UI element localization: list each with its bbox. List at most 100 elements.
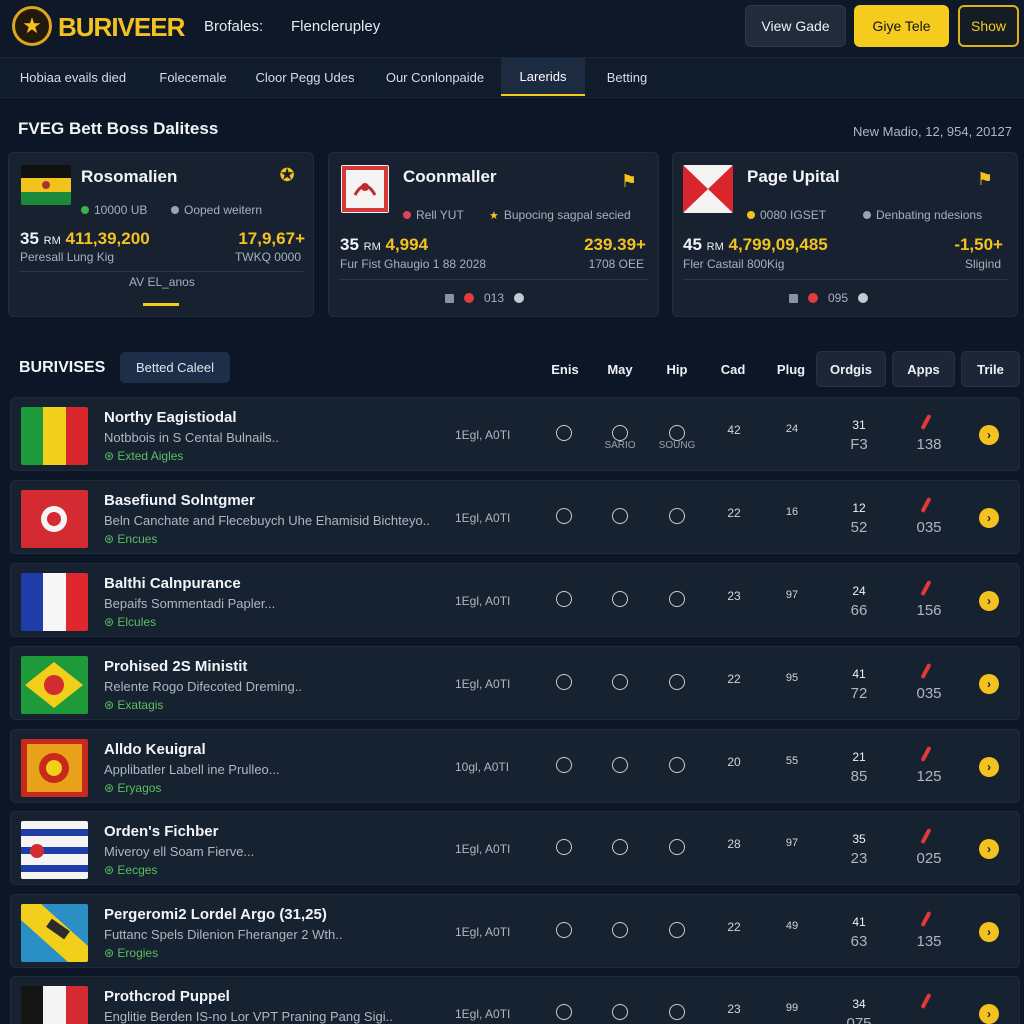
- clock-icon[interactable]: [556, 508, 572, 524]
- circle-icon[interactable]: [669, 425, 685, 441]
- clock-icon[interactable]: [556, 591, 572, 607]
- value-plug: 97: [785, 837, 799, 849]
- clock-icon[interactable]: [556, 757, 572, 773]
- logo-text[interactable]: BURIVEER: [58, 12, 185, 43]
- row-tag-text: Encues: [117, 532, 158, 546]
- table-row[interactable]: Prothcrod Puppel Englitie Berden IS-no L…: [10, 976, 1020, 1024]
- card-odds[interactable]: 239.39+: [584, 235, 646, 255]
- chevron-right-icon[interactable]: ›: [979, 508, 999, 528]
- chevron-right-icon[interactable]: ›: [979, 839, 999, 859]
- circle-icon[interactable]: [612, 922, 628, 938]
- table-row[interactable]: Pergeromi2 Lordel Argo (31,25) Futtanc S…: [10, 894, 1020, 968]
- col-button-apps[interactable]: Apps: [892, 351, 955, 387]
- featured-card-3[interactable]: Page Upital ⚑ 0080 IGSET Denbating ndesi…: [672, 152, 1018, 317]
- value-bottom: 23: [850, 850, 868, 867]
- row-desc: Applibatler Labell ine Prulleo...: [104, 762, 280, 777]
- chevron-right-icon[interactable]: ›: [979, 922, 999, 942]
- row-tag: ⊛ Eecges: [104, 863, 158, 877]
- chevron-right-icon[interactable]: ›: [979, 1004, 999, 1024]
- trend-icon: [920, 579, 932, 597]
- clock-icon[interactable]: [556, 425, 572, 441]
- circle-icon[interactable]: [612, 757, 628, 773]
- table-row[interactable]: Prohised 2S Ministit Relente Rogo Difeco…: [10, 646, 1020, 720]
- flag-icon: [683, 165, 733, 213]
- table-row[interactable]: Northy Eagistiodal Notbbois in S Cental …: [10, 397, 1020, 471]
- tab-1[interactable]: Hobiaa evails died: [0, 58, 146, 96]
- circle-icon[interactable]: [669, 839, 685, 855]
- featured-title: FVEG Bett Boss Dalitess: [18, 119, 219, 138]
- col-head-2[interactable]: May: [600, 362, 640, 377]
- circle-icon[interactable]: [669, 591, 685, 607]
- circle-icon[interactable]: [612, 674, 628, 690]
- meta-right-text: Bupocing sagpal secied: [503, 208, 631, 222]
- logo-icon[interactable]: ★: [12, 6, 52, 46]
- card-name: Coonmaller: [403, 167, 497, 186]
- clock-icon[interactable]: [556, 839, 572, 855]
- chevron-right-icon[interactable]: ›: [979, 757, 999, 777]
- circle-icon[interactable]: [669, 1004, 685, 1020]
- circle-icon[interactable]: [669, 508, 685, 524]
- row-title[interactable]: Balthi Calnpurance: [104, 575, 241, 592]
- header-link-profiles[interactable]: Brofales:: [204, 18, 263, 35]
- row-title[interactable]: Alldo Keuigral: [104, 741, 206, 758]
- row-title[interactable]: Orden's Fichber: [104, 823, 218, 840]
- table-row[interactable]: Basefiund Solntgmer Beln Canchate and Fl…: [10, 480, 1020, 554]
- row-count: 135: [916, 933, 942, 950]
- row-title[interactable]: Basefiund Solntgmer: [104, 492, 255, 509]
- card-odds[interactable]: 17,9,67+: [238, 229, 305, 249]
- col-button-trile[interactable]: Trile: [961, 351, 1020, 387]
- featured-card-2[interactable]: Coonmaller ⚑ Rell YUT ★ Bupocing sagpal s…: [328, 152, 659, 317]
- circle-icon[interactable]: [669, 674, 685, 690]
- col-head-1[interactable]: Enis: [545, 362, 585, 377]
- value-top: 21: [852, 750, 866, 764]
- table-row[interactable]: Alldo Keuigral Applibatler Labell ine Pr…: [10, 729, 1020, 803]
- value-cad: 22: [727, 920, 741, 934]
- col-button-ordgis[interactable]: Ordgis: [816, 351, 886, 387]
- tab-4[interactable]: Our Conlonpaide: [370, 58, 500, 96]
- tab-2[interactable]: Folecemale: [146, 58, 240, 96]
- chevron-right-icon[interactable]: ›: [979, 425, 999, 445]
- value-top: 41: [852, 915, 866, 929]
- row-title[interactable]: Pergeromi2 Lordel Argo (31,25): [104, 906, 327, 923]
- circle-icon[interactable]: [612, 839, 628, 855]
- circle-icon[interactable]: [612, 425, 628, 441]
- clock-icon[interactable]: [556, 1004, 572, 1020]
- card-odds[interactable]: -1,50+: [954, 235, 1003, 255]
- clock-icon[interactable]: [556, 922, 572, 938]
- tab-5-active[interactable]: Larerids: [501, 58, 585, 96]
- give-tele-button[interactable]: Giye Tele: [854, 5, 949, 47]
- row-tag: ⊛ Erogies: [104, 946, 159, 960]
- col-head-4[interactable]: Cad: [713, 362, 753, 377]
- status-dot-icon: [403, 211, 411, 219]
- tab-betting[interactable]: Betting: [585, 58, 669, 96]
- circle-icon[interactable]: [612, 1004, 628, 1020]
- card-footer-text: 095: [828, 291, 849, 305]
- section-filter-pill[interactable]: Betted Caleel: [120, 352, 230, 383]
- circle-icon[interactable]: [612, 508, 628, 524]
- card-meta-left: Rell YUT: [403, 208, 464, 222]
- value-top: 41: [852, 667, 866, 681]
- tab-3[interactable]: Cloor Pegg Udes: [240, 58, 370, 96]
- view-guide-button[interactable]: View Gade: [745, 5, 846, 47]
- trend-icon: [920, 745, 932, 763]
- header-link-fencerupley[interactable]: Flenclerupley: [291, 18, 380, 35]
- circle-icon[interactable]: [669, 922, 685, 938]
- card-footer-text: 013: [484, 291, 505, 305]
- row-title[interactable]: Northy Eagistiodal: [104, 409, 237, 426]
- clock-icon[interactable]: [556, 674, 572, 690]
- chevron-right-icon[interactable]: ›: [979, 591, 999, 611]
- col-head-3[interactable]: Hip: [657, 362, 697, 377]
- show-button[interactable]: Show: [958, 5, 1019, 47]
- flag-icon: [21, 656, 88, 714]
- table-row[interactable]: Orden's Fichber Miveroy ell Soam Fierve.…: [10, 811, 1020, 885]
- row-count: 125: [916, 768, 942, 785]
- col-head-5[interactable]: Plug: [771, 362, 811, 377]
- circle-icon[interactable]: [612, 591, 628, 607]
- row-title[interactable]: Prothcrod Puppel: [104, 988, 230, 1005]
- table-row[interactable]: Balthi Calnpurance Bepaifs Sommentadi Pa…: [10, 563, 1020, 637]
- featured-card-1[interactable]: Rosomalien ✪ 10000 UB Ooped weitern 35 R…: [8, 152, 314, 317]
- value-plug: 16: [785, 506, 799, 518]
- chevron-right-icon[interactable]: ›: [979, 674, 999, 694]
- row-title[interactable]: Prohised 2S Ministit: [104, 658, 247, 675]
- circle-icon[interactable]: [669, 757, 685, 773]
